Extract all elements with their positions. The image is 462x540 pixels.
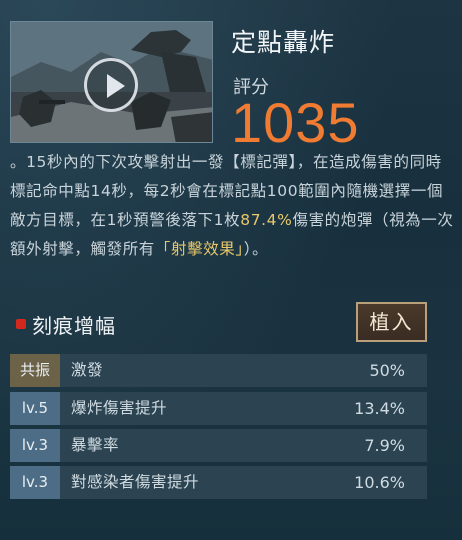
score-value: 1035 bbox=[231, 91, 360, 154]
description-text-3: ）。 bbox=[243, 240, 269, 258]
play-icon[interactable] bbox=[84, 58, 138, 112]
description-highlight-effect: 「射擊效果」 bbox=[154, 240, 244, 258]
stat-row-infected-damage: lv.3 對感染者傷害提升 10.6% bbox=[10, 466, 427, 499]
skill-video-thumbnail[interactable] bbox=[10, 21, 213, 143]
stat-row-resonance: 共振 激發 50% bbox=[10, 354, 427, 387]
stat-value: 10.6% bbox=[354, 473, 405, 492]
stat-value: 7.9% bbox=[364, 436, 405, 455]
stat-row-crit-rate: lv.3 暴擊率 7.9% bbox=[10, 429, 427, 462]
stat-name: 對感染者傷害提升 bbox=[71, 473, 200, 491]
stat-row-explosion-damage: lv.5 爆炸傷害提升 13.4% bbox=[10, 392, 427, 425]
stat-value: 50% bbox=[369, 361, 405, 380]
implant-button[interactable]: 植入 bbox=[356, 302, 427, 342]
skill-title: 定點轟炸 bbox=[231, 28, 336, 57]
engraving-section-header: 刻痕增幅 bbox=[10, 306, 350, 344]
skill-description: 。15秒內的下次攻擊射出一發【標記彈】，在造成傷害的同時標記命中點14秒，每2秒… bbox=[10, 148, 455, 264]
stat-name: 激發 bbox=[71, 361, 104, 379]
engraving-stat-list: 共振 激發 50% lv.5 爆炸傷害提升 13.4% lv.3 暴擊率 7.9… bbox=[10, 354, 427, 503]
stat-value: 13.4% bbox=[354, 399, 405, 418]
engraving-section-label: 刻痕增幅 bbox=[32, 314, 116, 338]
stat-tag: 共振 bbox=[10, 354, 60, 387]
stat-tag: lv.3 bbox=[10, 466, 60, 499]
section-marker-icon bbox=[16, 319, 26, 329]
stat-tag: lv.5 bbox=[10, 392, 60, 425]
stat-name: 爆炸傷害提升 bbox=[71, 399, 168, 417]
stat-name: 暴擊率 bbox=[71, 436, 120, 454]
stat-tag: lv.3 bbox=[10, 429, 60, 462]
description-highlight-percent: 87.4% bbox=[240, 211, 293, 229]
